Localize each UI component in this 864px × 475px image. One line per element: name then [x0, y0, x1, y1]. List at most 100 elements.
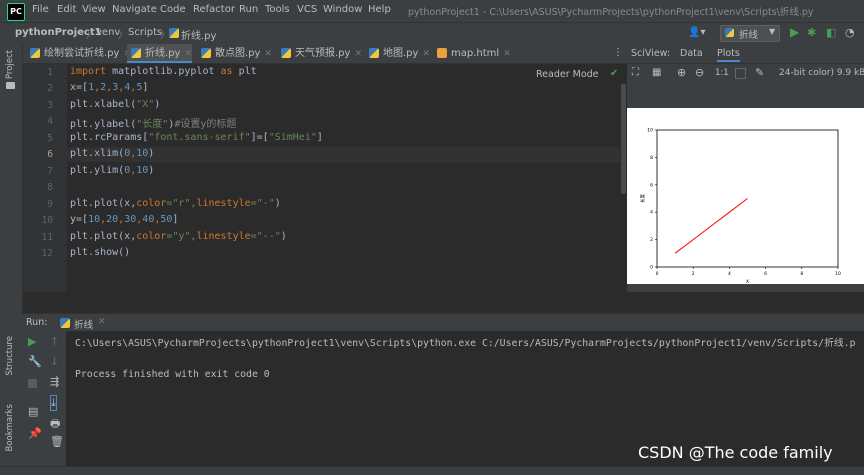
series-line-1: [674, 198, 748, 254]
line-number: 1: [47, 67, 53, 78]
project-tool-tab[interactable]: Project: [5, 50, 15, 79]
reader-mode-button[interactable]: Reader Mode: [536, 69, 599, 80]
down-arrow-icon[interactable]: ↓: [50, 355, 59, 368]
code-line-9[interactable]: plt.plot(x,color="r",linestyle="-"): [70, 198, 281, 209]
check-icon[interactable]: ✔: [610, 68, 618, 79]
rerun-icon[interactable]: ▶: [28, 335, 36, 348]
more-tabs-icon[interactable]: ⋮: [613, 47, 623, 58]
tab-zhexian[interactable]: 折线.py ✕: [127, 44, 192, 63]
console-exit-message: Process finished with exit code 0: [75, 369, 270, 380]
tab-drawing-try[interactable]: 绘制尝试折线.py✕: [26, 44, 131, 63]
code-line-3[interactable]: plt.xlabel("X"): [70, 99, 160, 110]
tab-plots[interactable]: Plots: [717, 48, 740, 62]
line-number: 12: [41, 248, 53, 259]
zoom-in-icon[interactable]: ⊕: [677, 66, 686, 79]
pycharm-logo-icon: PC: [7, 3, 25, 21]
code-token: as: [220, 66, 233, 77]
code-line-2[interactable]: x=[1,2,3,4,5]: [70, 82, 148, 93]
up-arrow-icon[interactable]: ↑: [50, 335, 59, 348]
code-token: import: [70, 66, 107, 77]
python-file-icon: [30, 48, 40, 58]
menu-navigate[interactable]: Navigate: [112, 4, 157, 15]
tab-scatter[interactable]: 散点图.py ✕: [197, 44, 272, 63]
run-tab[interactable]: 折线: [74, 317, 93, 331]
color-picker-icon[interactable]: ✎: [755, 66, 764, 79]
menu-window[interactable]: Window: [323, 4, 362, 15]
window-title: pythonProject1 - C:\Users\ASUS\PycharmPr…: [408, 7, 814, 18]
plot-image: 0 2 4 6 8 10 0 2 4 6 8 10 X 长度: [627, 108, 864, 284]
menu-vcs[interactable]: VCS: [297, 4, 317, 15]
tab-weather[interactable]: 天气预报.py ✕: [277, 44, 362, 63]
scrollbar-thumb[interactable]: [621, 84, 626, 194]
tab-data[interactable]: Data: [680, 48, 703, 59]
code-line-10[interactable]: y=[10,20,30,40,50]: [70, 214, 178, 225]
wrench-icon[interactable]: 🔧: [28, 355, 42, 368]
code-line-7[interactable]: plt.ylim(0,10): [70, 165, 154, 176]
menu-tools[interactable]: Tools: [265, 4, 290, 15]
actual-size-button[interactable]: 1:1: [715, 68, 729, 78]
code-line-5[interactable]: plt.rcParams["font.sans-serif"]=["SimHei…: [70, 132, 323, 143]
sciview-tabs: SciView: Data Plots: [627, 44, 864, 64]
code-line-6[interactable]: plt.xlim(0,10): [70, 148, 154, 159]
soft-wrap-icon[interactable]: ⇶: [50, 375, 59, 388]
structure-tool-tab[interactable]: Structure: [5, 336, 15, 376]
line-number-gutter: 1 2 3 4 5 6 7 8 9 10 11 12: [23, 64, 67, 292]
menu-code[interactable]: Code: [160, 4, 186, 15]
fit-icon[interactable]: [735, 68, 746, 79]
menu-file[interactable]: File: [32, 4, 49, 15]
close-icon[interactable]: ✕: [354, 49, 362, 59]
menu-run[interactable]: Run: [239, 4, 258, 15]
zoom-out-icon[interactable]: ⊖: [695, 66, 704, 79]
chevron-down-icon: ▼: [769, 27, 776, 36]
tab-map[interactable]: 地图.py ✕: [365, 44, 430, 63]
profile-icon[interactable]: ◔: [845, 26, 855, 39]
close-icon[interactable]: ✕: [264, 49, 272, 59]
code-token: "SimHei": [268, 132, 317, 143]
tab-map-html[interactable]: map.html ✕: [433, 44, 511, 63]
menu-view[interactable]: View: [82, 4, 106, 15]
menu-help[interactable]: Help: [368, 4, 391, 15]
code-token: plt.ylabel(: [70, 119, 137, 130]
code-line-11[interactable]: plt.plot(x,color="y",linestyle="--"): [70, 231, 287, 242]
code-token: ="y",: [166, 231, 197, 242]
menu-edit[interactable]: Edit: [57, 4, 76, 15]
menu-refactor[interactable]: Refactor: [193, 4, 235, 15]
code-token: ="-": [250, 198, 275, 209]
debug-icon[interactable]: ✱: [807, 26, 816, 39]
bookmarks-tool-tab[interactable]: Bookmarks: [5, 404, 15, 452]
run-icon[interactable]: ▶: [790, 25, 799, 39]
tab-label: 折线.py: [145, 48, 181, 59]
stop-icon[interactable]: [28, 379, 37, 388]
x-axis-label: X: [746, 279, 749, 284]
expand-icon[interactable]: ⛶: [632, 67, 639, 78]
code-line-12[interactable]: plt.show(): [70, 247, 130, 258]
scroll-to-end-icon[interactable]: ⤓: [50, 395, 57, 411]
code-token: plt.xlabel(: [70, 99, 137, 110]
breadcrumb-scripts[interactable]: Scripts: [128, 27, 162, 38]
code-token: 40: [142, 214, 155, 225]
run-configuration-select[interactable]: 折线 ▼: [720, 25, 780, 42]
coverage-icon[interactable]: ◧: [826, 26, 836, 39]
close-icon[interactable]: ✕: [98, 317, 106, 327]
code-token: 30: [124, 214, 137, 225]
print-icon[interactable]: 🖶: [50, 415, 60, 434]
code-token: plt.plot(x,: [70, 198, 137, 209]
close-icon[interactable]: ✕: [503, 49, 511, 59]
code-line-4[interactable]: plt.ylabel("长度")#设置y的标题: [70, 115, 236, 130]
grid-icon[interactable]: ▦: [652, 67, 661, 78]
layout-icon[interactable]: ▤: [28, 405, 38, 418]
pin-icon[interactable]: 📌: [28, 427, 42, 440]
breadcrumb-file[interactable]: 折线.py: [181, 27, 216, 42]
trash-icon[interactable]: 🗑: [50, 435, 64, 448]
code-token: plt: [232, 66, 257, 77]
close-icon[interactable]: ✕: [184, 49, 192, 59]
code-token: ]: [316, 132, 323, 143]
python-file-icon: [725, 28, 734, 37]
tab-label: 地图.py: [383, 48, 419, 59]
breadcrumb-venv[interactable]: venv: [96, 27, 120, 38]
code-line-1[interactable]: import matplotlib.pyplot as plt: [70, 66, 257, 77]
close-icon[interactable]: ✕: [422, 49, 430, 59]
editor-scrollbar[interactable]: [620, 64, 627, 292]
code-token: "X": [136, 99, 155, 110]
user-icon[interactable]: 👤▾: [688, 27, 705, 38]
